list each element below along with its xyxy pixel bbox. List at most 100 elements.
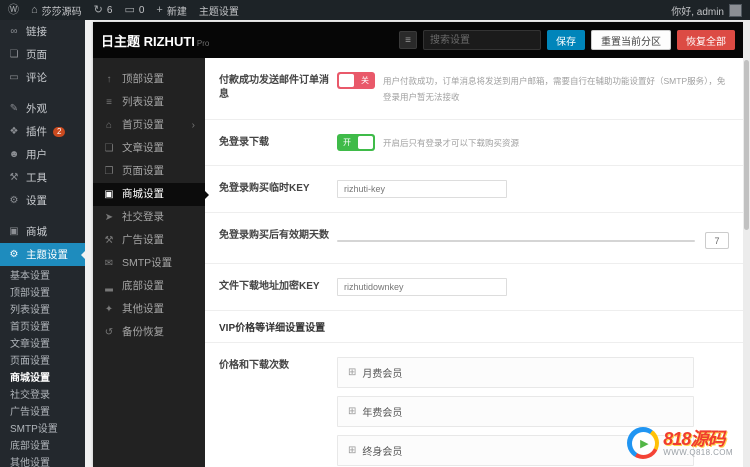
- sidebar-item-settings[interactable]: ⚙ 设置: [0, 189, 85, 212]
- toggle-state-label: 开: [343, 138, 351, 147]
- vertical-scrollbar[interactable]: [743, 20, 750, 467]
- expand-icon: ⊞: [348, 366, 357, 378]
- submenu-item-social[interactable]: 社交登录: [0, 387, 85, 404]
- pin-icon: ✦: [104, 303, 114, 315]
- users-icon: ☻: [8, 148, 20, 160]
- reset-all-button[interactable]: 恢复全部: [677, 30, 735, 50]
- sidebar-item-comments[interactable]: ▭ 评论: [0, 66, 85, 89]
- submenu-item-page[interactable]: 页面设置: [0, 353, 85, 370]
- sidebar-item-label: 链接: [26, 26, 47, 38]
- panel-tab-label: 页面设置: [122, 165, 164, 177]
- wordpress-menu[interactable]: Ⓦ: [8, 4, 19, 16]
- chevron-right-icon: ›: [191, 120, 195, 131]
- field-temp-key: 免登录购买临时KEY: [205, 166, 743, 213]
- field-label: 价格和下载次数: [219, 360, 289, 371]
- temp-key-input[interactable]: [337, 180, 507, 198]
- submenu-item-article[interactable]: 文章设置: [0, 336, 85, 353]
- download-key-input[interactable]: [337, 278, 507, 296]
- panel-tab-homepage[interactable]: ⌂ 首页设置 ›: [93, 114, 205, 137]
- field-label: 免登录下载: [219, 137, 269, 148]
- panel-tab-ads[interactable]: ⚒ 广告设置: [93, 229, 205, 252]
- account-menu[interactable]: 你好, admin: [671, 3, 724, 18]
- plus-icon: +: [156, 3, 163, 16]
- sidebar-separator: [0, 89, 85, 97]
- login-free-download-toggle[interactable]: 开: [337, 134, 375, 151]
- site-link[interactable]: ⌂ 莎莎源码: [31, 3, 82, 18]
- theme-settings-shortcut[interactable]: 主题设置: [199, 3, 239, 18]
- sidebar-item-users[interactable]: ☻ 用户: [0, 143, 85, 166]
- field-label: 免登录购买临时KEY: [219, 183, 310, 194]
- field-description: 用户付款成功，订单消息将发送到用户邮箱，需要自行在辅助功能设置好（SMTP服务）…: [383, 76, 726, 102]
- scrollbar-thumb[interactable]: [744, 60, 749, 230]
- sidebar-item-links[interactable]: ∞ 链接: [0, 20, 85, 43]
- site-name: 莎莎源码: [41, 6, 82, 18]
- sidebar-item-pages[interactable]: ❏ 页面: [0, 43, 85, 66]
- submenu-item-homepage[interactable]: 首页设置: [0, 319, 85, 336]
- panel-tab-list[interactable]: ≡ 列表设置: [93, 91, 205, 114]
- sidebar-item-store[interactable]: ▣ 商城: [0, 220, 85, 243]
- expand-icon: ⊞: [348, 444, 357, 456]
- panel-tab-label: 顶部设置: [122, 73, 164, 85]
- sidebar-item-label: 外观: [26, 103, 47, 115]
- list-icon: ≡: [106, 96, 112, 108]
- submenu-item-header[interactable]: 顶部设置: [0, 285, 85, 302]
- submenu-item-list[interactable]: 列表设置: [0, 302, 85, 319]
- panel-tab-label: 其他设置: [122, 303, 164, 315]
- sidebar-item-label: 插件: [26, 126, 47, 138]
- panel-tab-header[interactable]: ↑ 顶部设置: [93, 68, 205, 91]
- accordion-yearly-member[interactable]: ⊞ 年费会员: [337, 396, 694, 427]
- submenu-item-footer[interactable]: 底部设置: [0, 438, 85, 455]
- payment-email-toggle[interactable]: 关: [337, 72, 375, 89]
- tools-icon: ⚒: [9, 171, 19, 183]
- sidebar-item-theme-settings[interactable]: ⚙ 主题设置: [0, 243, 85, 266]
- vip-section-heading: VIP价格等详细设置设置: [205, 311, 743, 343]
- expand-all-button[interactable]: ≡: [399, 31, 417, 49]
- submenu-item-other[interactable]: 其他设置: [0, 455, 85, 467]
- panel-tab-social[interactable]: ➤ 社交登录: [93, 206, 205, 229]
- updates-icon: ↻: [93, 3, 103, 16]
- submenu-item-ads[interactable]: 广告设置: [0, 404, 85, 421]
- panel-tab-footer[interactable]: ▂ 底部设置: [93, 275, 205, 298]
- submenu-item-shop[interactable]: 商城设置: [0, 370, 85, 387]
- cart-icon: ▣: [104, 188, 114, 200]
- save-button[interactable]: 保存: [547, 30, 585, 50]
- panel-tab-label: 社交登录: [122, 211, 164, 223]
- new-content-menu[interactable]: + 新建: [156, 3, 186, 18]
- panel-tab-page[interactable]: ❐ 页面设置: [93, 160, 205, 183]
- panel-tab-backup[interactable]: ↺ 备份恢复: [93, 321, 205, 344]
- accordion-label: 月费会员: [362, 369, 403, 380]
- field-payment-email: 付款成功发送邮件订单消息 关 用户付款成功，订单消息将发送到用户邮箱，需要自行在…: [205, 58, 743, 120]
- sidebar-item-tools[interactable]: ⚒ 工具: [0, 166, 85, 189]
- panel-tab-shop[interactable]: ▣ 商城设置: [93, 183, 209, 206]
- sidebar-item-label: 商城: [26, 226, 47, 238]
- submenu-item-basic[interactable]: 基本设置: [0, 268, 85, 285]
- reset-section-button[interactable]: 重置当前分区: [591, 30, 671, 50]
- days-value[interactable]: 7: [705, 232, 729, 249]
- greeting-text: 你好, admin: [671, 6, 724, 18]
- page-icon: ❐: [104, 165, 114, 177]
- field-description: 开启后只有登录才可以下载购买资源: [383, 138, 520, 148]
- comments-count: 0: [138, 4, 145, 16]
- panel-tab-other[interactable]: ✦ 其他设置: [93, 298, 205, 321]
- sidebar-item-appearance[interactable]: ✎ 外观: [0, 97, 85, 120]
- comments-link[interactable]: ▭ 0: [124, 4, 145, 16]
- panel-tab-smtp[interactable]: ✉ SMTP设置: [93, 252, 205, 275]
- field-login-free-download: 免登录下载 开 开启后只有登录才可以下载购买资源: [205, 120, 743, 166]
- panel-tab-article[interactable]: ❏ 文章设置: [93, 137, 205, 160]
- watermark: ▶ 818源码 WWW.Q818.COM: [627, 427, 733, 459]
- wrench-icon: ⚒: [104, 234, 114, 246]
- appearance-icon: ✎: [9, 102, 19, 114]
- settings-icon: ⚙: [9, 194, 19, 206]
- settings-search-input[interactable]: [423, 30, 541, 50]
- home-icon: ⌂: [31, 3, 38, 16]
- toggle-knob: [358, 136, 373, 149]
- avatar[interactable]: [729, 3, 742, 17]
- accordion-monthly-member[interactable]: ⊞ 月费会员: [337, 357, 694, 388]
- updates-link[interactable]: ↻ 6: [93, 3, 113, 16]
- watermark-play-icon: ▶: [627, 427, 660, 459]
- submenu-item-smtp[interactable]: SMTP设置: [0, 421, 85, 438]
- sidebar-item-plugins[interactable]: ❖ 插件 2: [0, 120, 85, 143]
- theme-settings-submenu: 基本设置 顶部设置 列表设置 首页设置 文章设置 页面设置 商城设置 社交登录 …: [0, 266, 85, 467]
- days-slider[interactable]: [337, 239, 695, 242]
- panel-tab-label: 广告设置: [122, 234, 164, 246]
